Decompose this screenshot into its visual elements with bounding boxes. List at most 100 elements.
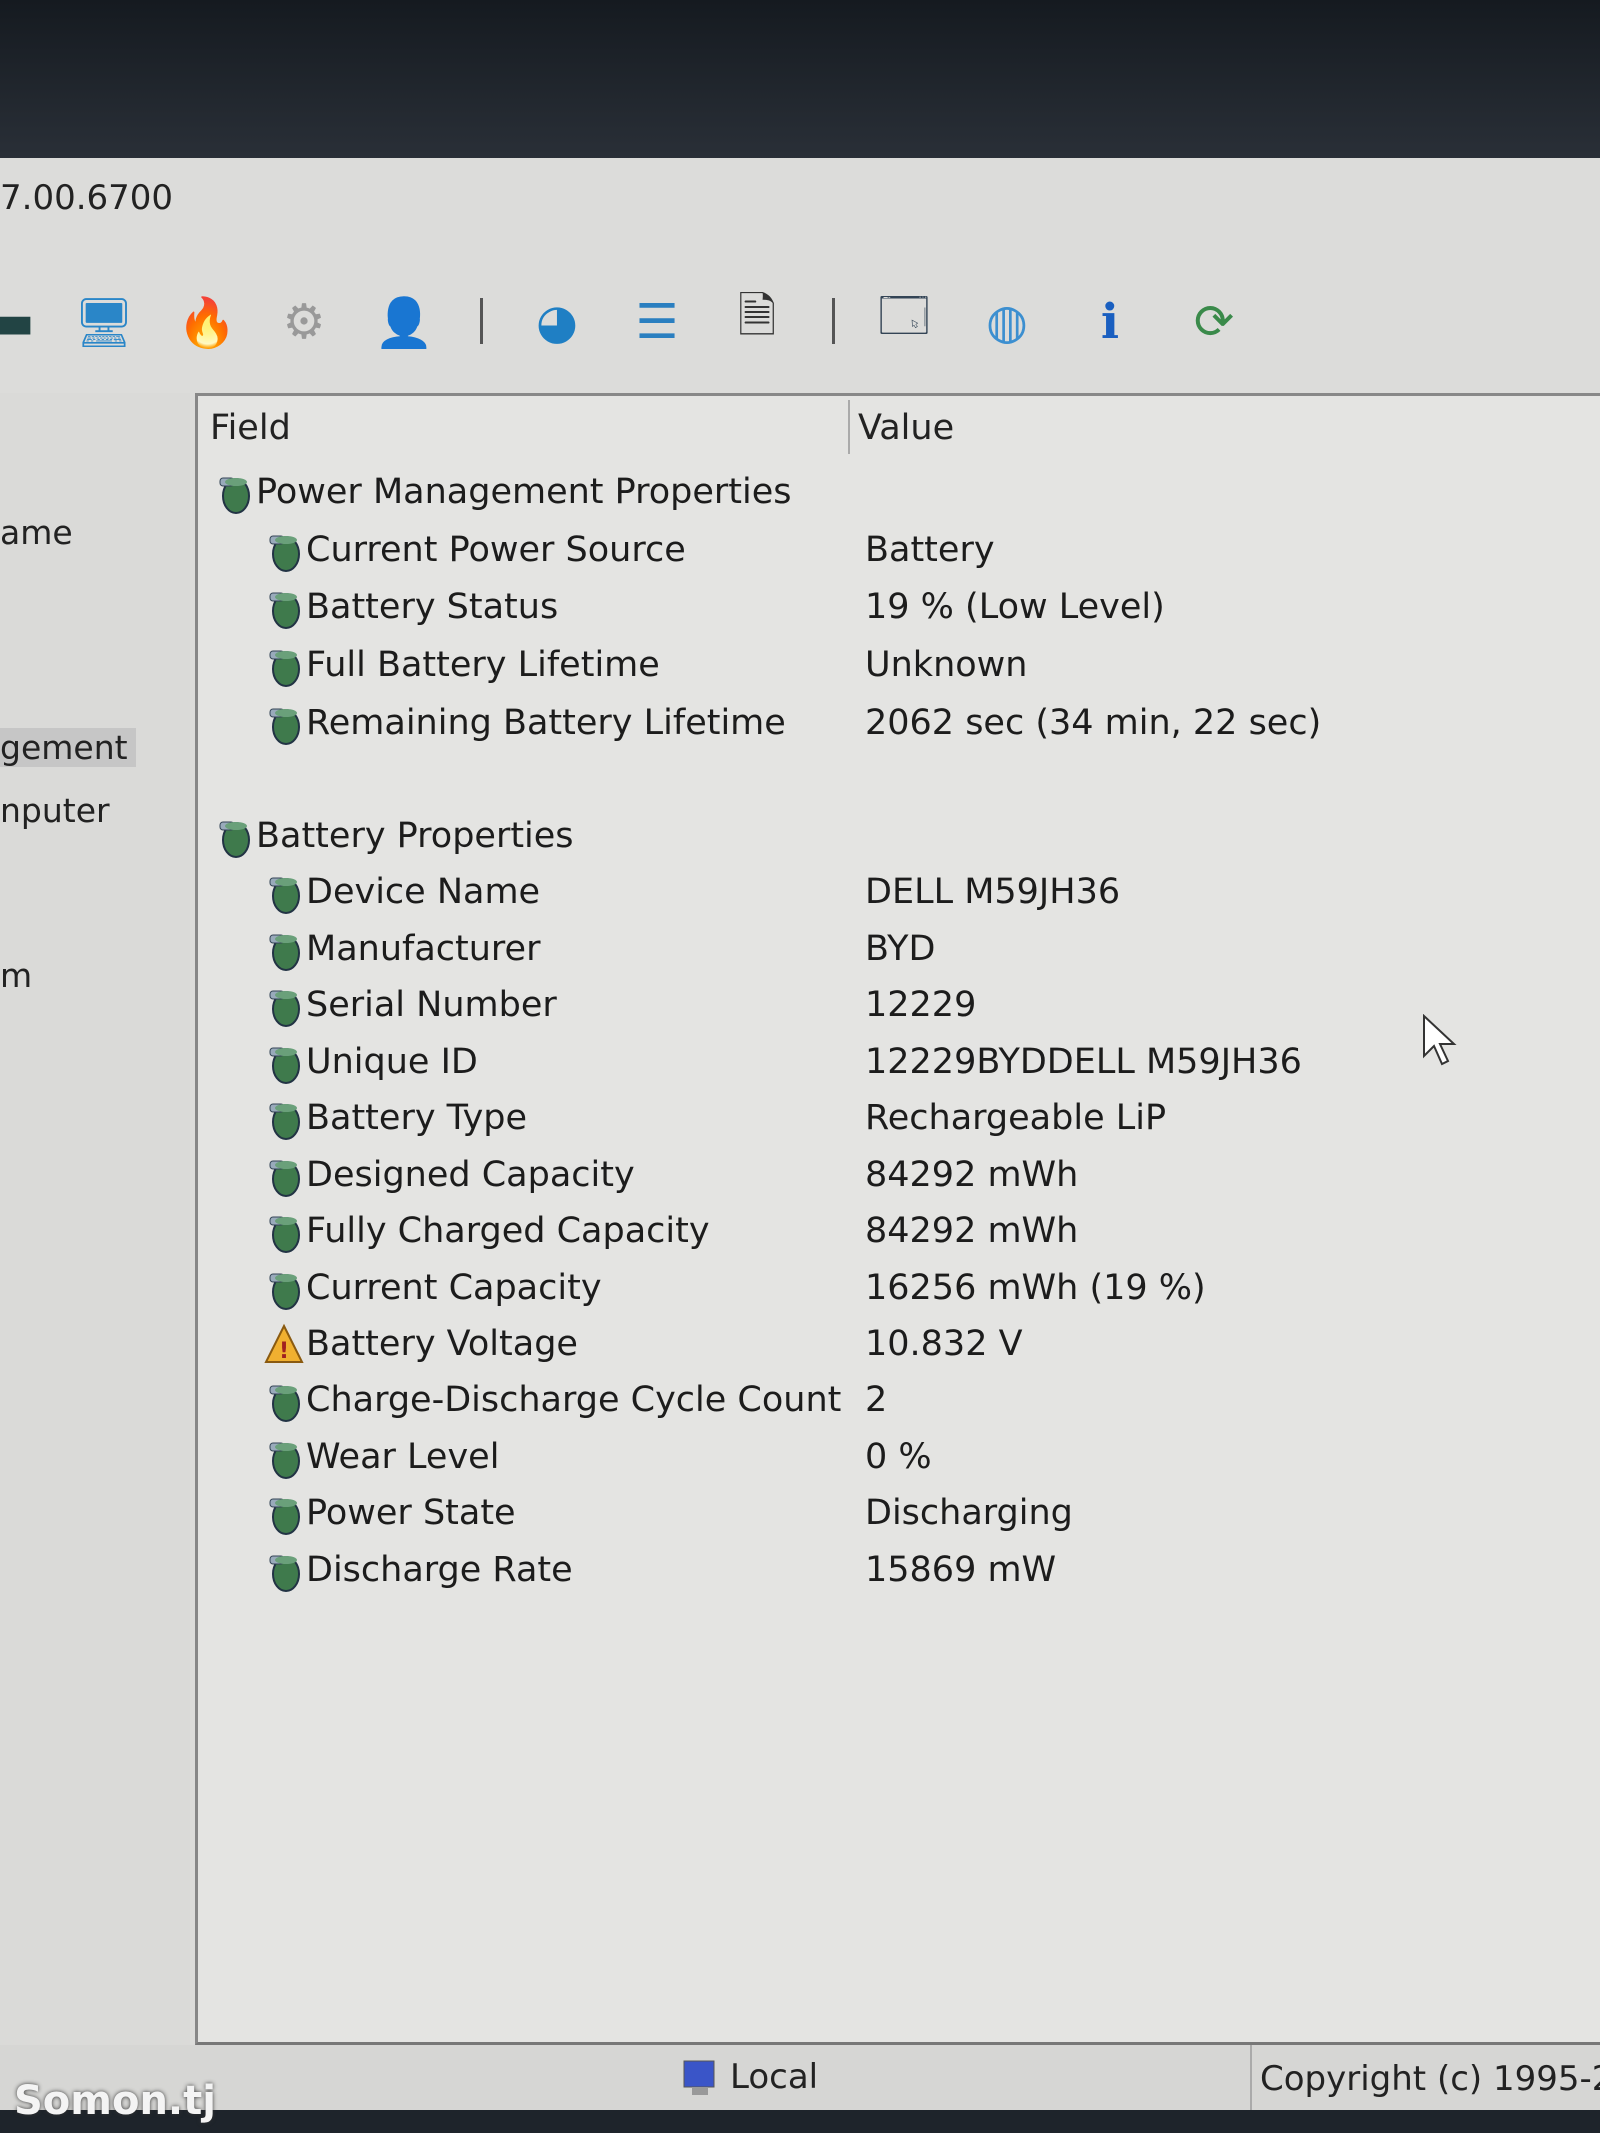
disk-pie-icon: ◕ (536, 294, 578, 350)
field-value: Unknown (865, 645, 1028, 685)
field-value: 15869 mW (865, 1550, 1057, 1590)
field-label: Wear Level (306, 1437, 500, 1477)
globe-icon: ◍ (986, 294, 1028, 350)
battery-icon (264, 585, 304, 631)
list-row[interactable]: Current Power Source Battery (198, 524, 1600, 580)
battery-icon (264, 1040, 304, 1086)
list-row[interactable]: Device Name DELL M59JH36 (198, 866, 1600, 922)
list-row[interactable]: Charge-Discharge Cycle Count 2 (198, 1374, 1600, 1430)
group-title: Power Management Properties (256, 472, 792, 512)
report-clock-icon-button[interactable]: 🗎 (725, 288, 789, 354)
disk-pie-icon-button[interactable]: ◕ (525, 290, 589, 354)
flame-icon-button[interactable]: 🔥 (175, 290, 239, 354)
network-refresh-icon-button[interactable]: ⟳ (1182, 290, 1246, 354)
list-row[interactable]: Designed Capacity 84292 mWh (198, 1149, 1600, 1205)
battery-icon (264, 1266, 304, 1312)
sidebar-tree[interactable]: ame gement nputer m (0, 393, 190, 2045)
computer-icon-button[interactable]: ▬ (0, 290, 44, 354)
user-icon: 👤 (374, 294, 434, 351)
toolbar-separator (480, 298, 483, 344)
field-value: 12229BYDDELL M59JH36 (865, 1042, 1302, 1082)
column-divider[interactable] (848, 400, 850, 454)
warning-icon: ! (264, 1322, 304, 1368)
database-icon-button[interactable]: ☰ (625, 290, 689, 354)
list-row[interactable]: Current Capacity 16256 mWh (19 %) (198, 1262, 1600, 1318)
user-icon-button[interactable]: 👤 (372, 290, 436, 354)
battery-icon (264, 1209, 304, 1255)
window-title-version: 7.00.6700 (0, 178, 174, 218)
battery-icon (214, 814, 254, 860)
status-copyright: Copyright (c) 1995-20 (1260, 2059, 1600, 2099)
battery-icon (264, 1096, 304, 1142)
column-header-value[interactable]: Value (858, 408, 954, 448)
field-value: 0 % (865, 1437, 932, 1477)
field-label: Battery Status (306, 587, 559, 627)
battery-icon (264, 643, 304, 689)
group-title: Battery Properties (256, 816, 574, 856)
field-value: 19 % (Low Level) (865, 587, 1165, 627)
field-label: Battery Type (306, 1098, 528, 1138)
sidebar-item-selected[interactable]: gement (0, 728, 136, 767)
report-clock-icon: 🗎 (737, 287, 777, 344)
network-monitor-icon: 🖥 (73, 294, 135, 351)
field-label: Device Name (306, 872, 541, 912)
report-web-icon-button[interactable]: 🗔 (872, 288, 936, 354)
sidebar-item[interactable]: ame (0, 513, 73, 552)
status-mode: Local (730, 2057, 819, 2097)
field-label: Fully Charged Capacity (306, 1211, 710, 1251)
group-header[interactable]: Battery Properties (198, 810, 1600, 866)
info-icon: ℹ (1100, 294, 1120, 350)
list-row[interactable]: Power State Discharging (198, 1487, 1600, 1543)
field-value-list: Field Value Power Management Properties C… (195, 393, 1600, 2045)
settings-list-icon-button[interactable]: ⚙ (272, 290, 336, 354)
field-label: Unique ID (306, 1042, 478, 1082)
battery-icon (264, 1491, 304, 1537)
field-label: Current Capacity (306, 1268, 602, 1308)
field-label: Battery Voltage (306, 1324, 578, 1364)
field-value: 2062 sec (34 min, 22 sec) (865, 703, 1322, 743)
list-row[interactable]: Wear Level 0 % (198, 1431, 1600, 1487)
field-label: Manufacturer (306, 929, 541, 969)
battery-icon (264, 983, 304, 1029)
list-row[interactable]: Battery Status 19 % (Low Level) (198, 581, 1600, 637)
battery-icon (264, 1548, 304, 1594)
status-bar: Local Copyright (c) 1995-20 (0, 2045, 1600, 2110)
list-row[interactable]: Remaining Battery Lifetime 2062 sec (34 m… (198, 697, 1600, 753)
report-web-icon: 🗔 (877, 287, 931, 344)
computer-icon: ▬ (0, 294, 35, 350)
info-icon-button[interactable]: ℹ (1078, 290, 1142, 354)
battery-icon (264, 701, 304, 747)
battery-icon (214, 470, 254, 516)
field-label: Current Power Source (306, 530, 686, 570)
list-row[interactable]: ! Battery Voltage 10.832 V (198, 1318, 1600, 1374)
network-monitor-icon-button[interactable]: 🖥 (72, 290, 136, 354)
battery-icon (264, 528, 304, 574)
group-header[interactable]: Power Management Properties (198, 466, 1600, 522)
column-header-field[interactable]: Field (210, 408, 291, 448)
field-label: Full Battery Lifetime (306, 645, 660, 685)
status-divider (1250, 2045, 1252, 2110)
list-row[interactable]: Full Battery Lifetime Unknown (198, 639, 1600, 695)
field-value: 84292 mWh (865, 1155, 1079, 1195)
field-value: 16256 mWh (19 %) (865, 1268, 1206, 1308)
list-row[interactable]: Manufacturer BYD (198, 923, 1600, 979)
database-icon: ☰ (635, 294, 679, 350)
list-row[interactable]: Battery Type Rechargeable LiP (198, 1092, 1600, 1148)
field-value: Discharging (865, 1493, 1073, 1533)
network-refresh-icon: ⟳ (1193, 294, 1235, 350)
battery-icon (264, 1378, 304, 1424)
battery-icon (264, 870, 304, 916)
settings-list-icon: ⚙ (282, 294, 326, 350)
battery-icon (264, 1435, 304, 1481)
sidebar-item[interactable]: nputer (0, 791, 110, 830)
mouse-cursor-icon (1423, 1014, 1457, 1066)
local-computer-icon (683, 2060, 715, 2095)
field-value: BYD (865, 929, 936, 969)
list-row[interactable]: Unique ID 12229BYDDELL M59JH36 (198, 1036, 1600, 1092)
field-value: 84292 mWh (865, 1211, 1079, 1251)
list-row[interactable]: Fully Charged Capacity 84292 mWh (198, 1205, 1600, 1261)
list-row[interactable]: Discharge Rate 15869 mW (198, 1544, 1600, 1600)
list-row[interactable]: Serial Number 12229 (198, 979, 1600, 1035)
sidebar-item[interactable]: m (0, 956, 32, 995)
globe-icon-button[interactable]: ◍ (975, 290, 1039, 354)
